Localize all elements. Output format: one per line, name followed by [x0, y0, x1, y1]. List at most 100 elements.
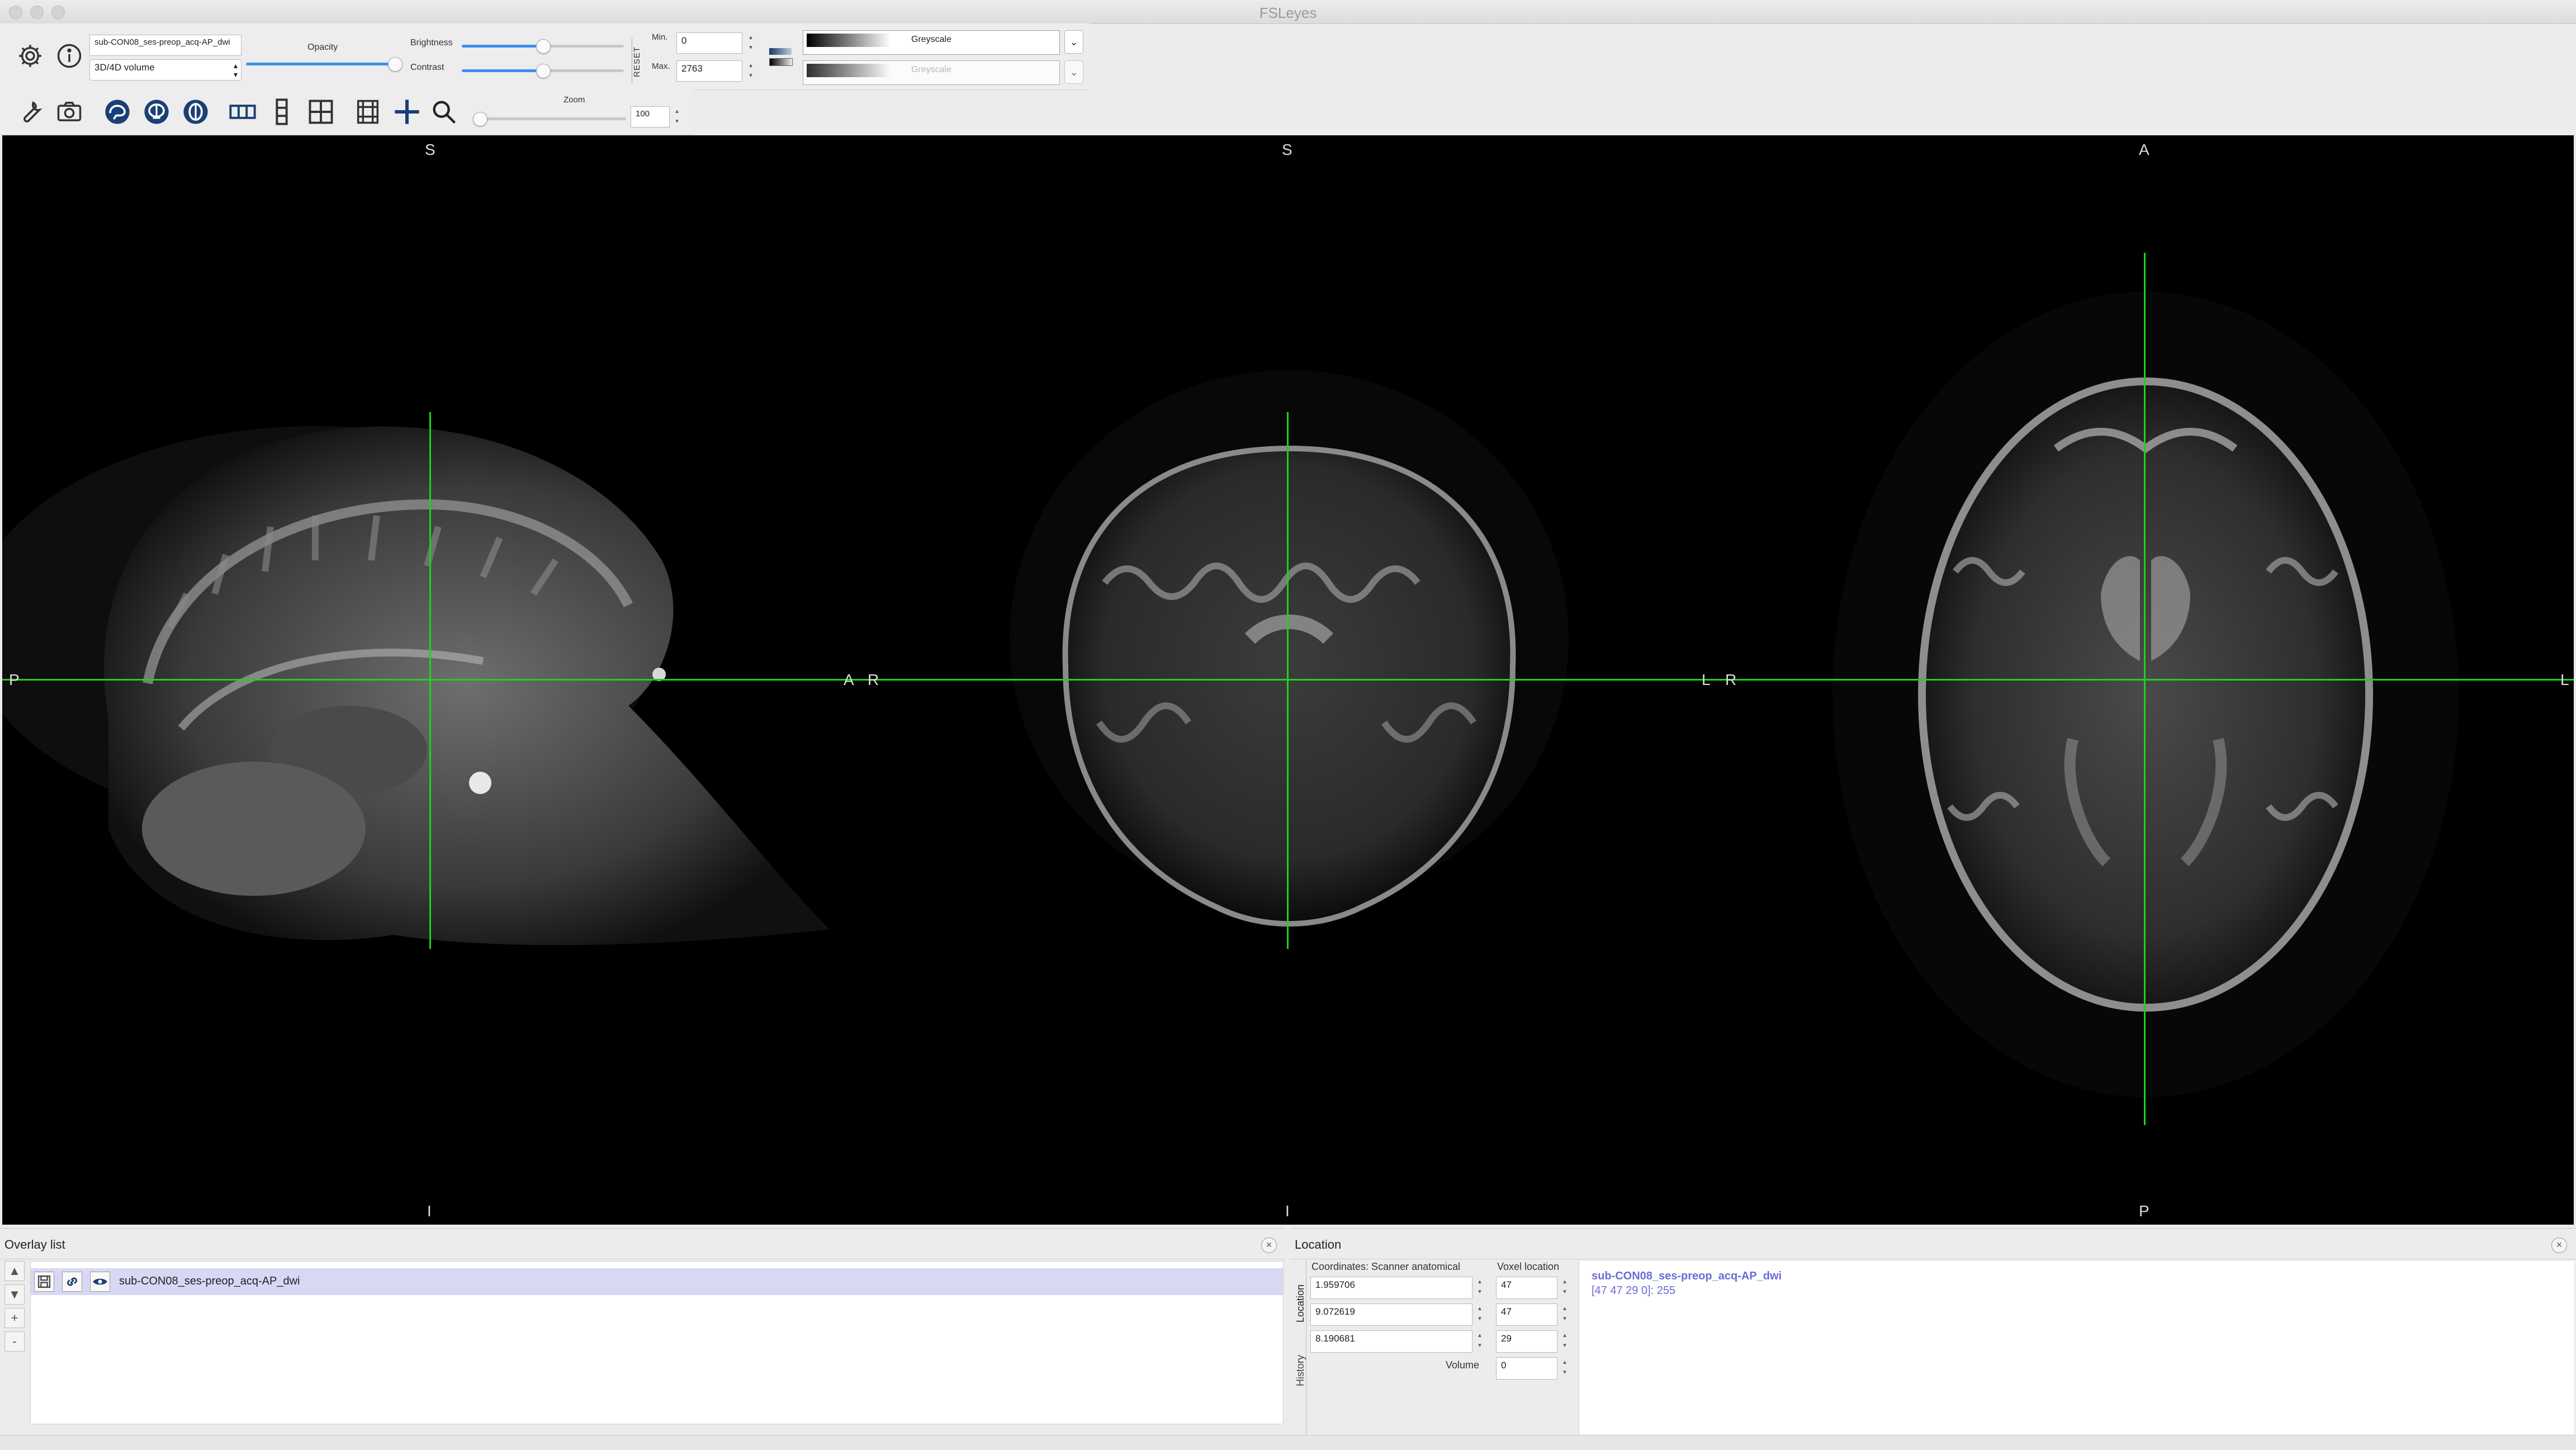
- list-item[interactable]: sub-CON08_ses-preop_acq-AP_dwi: [31, 1268, 1283, 1295]
- voxel-y-spinner[interactable]: ▴ ▾: [1561, 1303, 1569, 1326]
- voxel-x-spinner[interactable]: ▴ ▾: [1561, 1277, 1569, 1299]
- voxel-y-field[interactable]: 47: [1496, 1303, 1557, 1326]
- status-bar: [0, 1435, 2576, 1450]
- tab-location[interactable]: Location: [1295, 1284, 1306, 1323]
- max-field[interactable]: 2763: [676, 60, 742, 82]
- colourmap-select-primary[interactable]: Greyscale: [803, 30, 1060, 55]
- link-icon[interactable]: [62, 1272, 82, 1292]
- contrast-slider-fill: [462, 69, 543, 72]
- min-field[interactable]: 0: [676, 32, 742, 54]
- crosshair-horizontal: [1715, 679, 2574, 681]
- add-overlay-button[interactable]: +: [4, 1308, 25, 1328]
- axial-view-icon[interactable]: [179, 95, 212, 129]
- max-label: Max.: [652, 62, 670, 71]
- move-up-button[interactable]: ▲: [4, 1261, 25, 1281]
- coord-y-spinner[interactable]: ▴ ▾: [1476, 1303, 1484, 1326]
- title-bar: FSLeyes: [0, 0, 2576, 24]
- orientation-label-top: S: [1282, 141, 1292, 158]
- eye-icon[interactable]: [90, 1272, 110, 1292]
- location-panel: Location × Location History Coordinates:…: [1290, 1228, 2576, 1435]
- ortho-canvas[interactable]: S I P A S I R L A P R L: [2, 135, 2574, 1225]
- sagittal-view-icon[interactable]: [101, 95, 134, 129]
- close-icon[interactable]: ×: [2551, 1238, 2567, 1253]
- crosshair-vertical: [429, 412, 431, 949]
- info-overlay-name: sub-CON08_ses-preop_acq-AP_dwi: [1592, 1270, 1782, 1282]
- voxel-z-field[interactable]: 29: [1496, 1330, 1557, 1353]
- orientation-label-bottom: I: [1285, 1202, 1290, 1220]
- wrench-icon[interactable]: [13, 95, 47, 129]
- close-icon[interactable]: ×: [1261, 1238, 1277, 1253]
- orientation-label-left: P: [9, 671, 20, 688]
- colourmap-select-secondary[interactable]: Greyscale: [803, 60, 1060, 85]
- zoom-spinner[interactable]: ▴ ▾: [673, 106, 681, 129]
- info-icon[interactable]: [53, 39, 86, 73]
- orientation-label-bottom: I: [427, 1202, 432, 1220]
- voxel-x-field[interactable]: 47: [1496, 1277, 1557, 1299]
- chevron-updown-icon: ▴ ▾: [233, 61, 238, 79]
- coord-x-field[interactable]: 1.959706: [1310, 1277, 1472, 1299]
- vertical-layout-icon[interactable]: [265, 95, 299, 129]
- voxel-z-spinner[interactable]: ▴ ▾: [1561, 1330, 1569, 1353]
- coord-z-spinner[interactable]: ▴ ▾: [1476, 1330, 1484, 1353]
- min-spinner[interactable]: ▴ ▾: [747, 32, 755, 55]
- magnifier-icon[interactable]: [427, 95, 461, 129]
- overlay-item-name: sub-CON08_ses-preop_acq-AP_dwi: [119, 1275, 300, 1287]
- colourmap-name: Greyscale: [911, 65, 952, 74]
- location-title: Location: [1295, 1238, 1342, 1251]
- coord-y-field[interactable]: 9.072619: [1310, 1303, 1472, 1326]
- reset-label: RESET: [632, 46, 642, 77]
- colourmap-name: Greyscale: [911, 35, 952, 44]
- volume-field[interactable]: 0: [1496, 1357, 1557, 1380]
- zoom-label: Zoom: [564, 95, 585, 105]
- axial-view[interactable]: A P R L: [1715, 135, 2574, 1225]
- colourmap-toggle-icon[interactable]: [765, 45, 797, 73]
- toggle-labels-icon[interactable]: [351, 95, 385, 129]
- overlay-type-select[interactable]: 3D/4D volume ▴ ▾: [89, 59, 242, 81]
- orientation-label-right: L: [1702, 671, 1711, 688]
- coord-x-spinner[interactable]: ▴ ▾: [1476, 1277, 1484, 1299]
- location-info-panel: sub-CON08_ses-preop_acq-AP_dwi [47 47 29…: [1579, 1261, 2574, 1434]
- volume-spinner[interactable]: ▴ ▾: [1561, 1357, 1569, 1380]
- overlay-display-toolbar: sub-CON08_ses-preop_acq-AP_dwi 3D/4D vol…: [0, 23, 1090, 90]
- zoom-field[interactable]: 100: [631, 106, 670, 127]
- grid-layout-icon[interactable]: [304, 95, 338, 129]
- overlay-list: sub-CON08_ses-preop_acq-AP_dwi: [30, 1261, 1284, 1424]
- zoom-slider-knob[interactable]: [473, 112, 487, 126]
- chevron-down-icon[interactable]: ⌄: [1064, 60, 1083, 84]
- save-icon[interactable]: [34, 1272, 54, 1292]
- camera-icon[interactable]: [53, 95, 86, 129]
- sagittal-view[interactable]: S I P A: [2, 135, 859, 1225]
- orientation-label-right: A: [844, 671, 854, 688]
- coronal-view[interactable]: S I R L: [859, 135, 1715, 1225]
- zoom-slider[interactable]: [473, 112, 626, 126]
- contrast-slider[interactable]: [462, 64, 624, 78]
- tab-history[interactable]: History: [1295, 1355, 1306, 1386]
- chevron-down-icon[interactable]: ⌄: [1064, 30, 1083, 54]
- gear-icon[interactable]: [13, 39, 47, 73]
- orientation-label-left: R: [868, 671, 879, 688]
- min-label: Min.: [652, 32, 668, 42]
- volume-label: Volume: [1446, 1359, 1480, 1371]
- brightness-slider-knob[interactable]: [536, 39, 551, 54]
- overlay-type-value: 3D/4D volume: [94, 62, 155, 73]
- remove-overlay-button[interactable]: -: [4, 1331, 25, 1352]
- overlay-list-panel: Overlay list × ▲ ▼ + - sub-CON08_ses-pre…: [0, 1228, 1286, 1435]
- opacity-slider[interactable]: [246, 57, 402, 72]
- window-title: FSLeyes: [1259, 4, 1317, 21]
- voxel-header: Voxel location: [1497, 1261, 1560, 1272]
- horizontal-layout-icon[interactable]: [226, 95, 259, 129]
- reset-button[interactable]: RESET: [632, 38, 646, 83]
- move-down-button[interactable]: ▼: [4, 1284, 25, 1305]
- crosshair-toggle-icon[interactable]: [390, 95, 424, 129]
- brightness-slider-fill: [462, 45, 543, 48]
- brightness-slider[interactable]: [462, 39, 624, 54]
- opacity-slider-fill: [246, 63, 395, 65]
- max-spinner[interactable]: ▴ ▾: [747, 60, 755, 83]
- orientation-label-top: S: [425, 141, 435, 158]
- crosshair-horizontal: [859, 679, 1715, 681]
- opacity-slider-knob[interactable]: [388, 57, 402, 72]
- coord-z-field[interactable]: 8.190681: [1310, 1330, 1472, 1353]
- contrast-slider-knob[interactable]: [536, 64, 551, 78]
- coronal-view-icon[interactable]: [140, 95, 173, 129]
- overlay-name-field[interactable]: sub-CON08_ses-preop_acq-AP_dwi: [89, 35, 242, 56]
